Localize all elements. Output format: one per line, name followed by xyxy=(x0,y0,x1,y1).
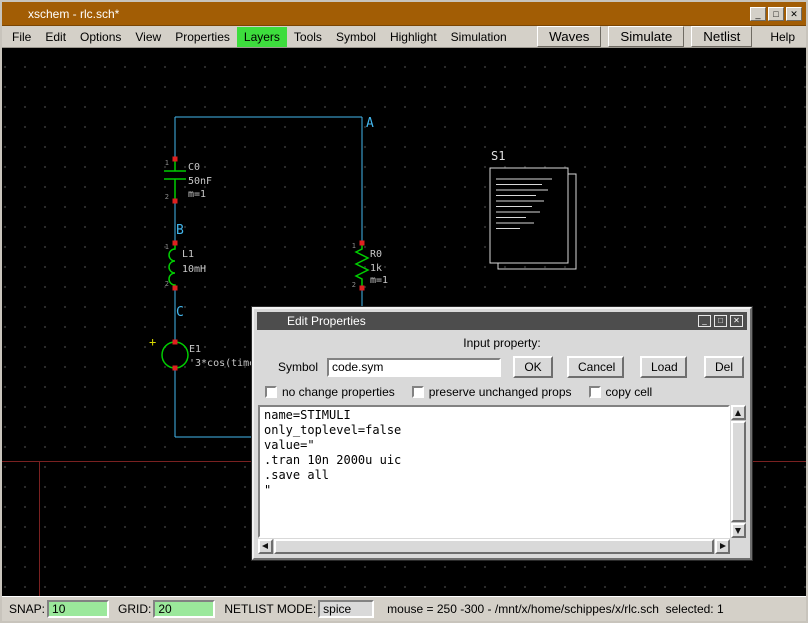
inductor-name: L1 xyxy=(182,249,194,260)
resistor-pin1: 1 xyxy=(352,242,356,250)
source-name: E1 xyxy=(189,344,201,355)
no-change-properties-checkbox[interactable] xyxy=(265,386,277,398)
dialog-close-icon[interactable]: ✕ xyxy=(730,315,743,327)
input-property-header: Input property: xyxy=(258,332,746,356)
scroll-right-icon[interactable] xyxy=(715,539,730,554)
capacitor-pin1: 1 xyxy=(165,159,169,167)
preserve-unchanged-props-checkbox[interactable] xyxy=(412,386,424,398)
netlist-mode-input[interactable] xyxy=(318,600,374,618)
net-label-c[interactable]: C xyxy=(176,305,184,320)
dialog-minimize-icon[interactable]: _ xyxy=(698,315,711,327)
scrollbar-corner xyxy=(730,539,746,554)
menubar: File Edit Options View Properties Layers… xyxy=(2,26,806,48)
capacitor-pin2: 2 xyxy=(165,193,169,201)
grid-input[interactable] xyxy=(153,600,215,618)
inductor-value: 10mH xyxy=(182,264,206,275)
inductor-pin2: 2 xyxy=(165,280,169,288)
no-change-properties-label: no change properties xyxy=(282,385,395,399)
edit-properties-dialog: Edit Properties _ □ ✕ Input property: Sy… xyxy=(252,307,752,560)
scroll-left-icon[interactable] xyxy=(258,539,273,554)
scroll-down-icon[interactable] xyxy=(731,523,746,538)
resistor-value: 1k xyxy=(370,263,382,274)
menu-options[interactable]: Options xyxy=(73,27,128,47)
preserve-unchanged-props-option: preserve unchanged props xyxy=(412,385,572,399)
menu-layers[interactable]: Layers xyxy=(237,27,287,47)
close-icon[interactable]: ✕ xyxy=(786,7,802,21)
capacitor-name: C0 xyxy=(188,162,200,173)
cancel-button[interactable]: Cancel xyxy=(567,356,624,378)
symbol-label: Symbol xyxy=(278,360,318,374)
inductor-l1[interactable]: L1 10mH 1 2 xyxy=(165,243,206,288)
hscroll-row xyxy=(258,539,746,554)
resistor-pin2: 2 xyxy=(352,281,356,289)
netlist-button[interactable]: Netlist xyxy=(691,26,752,47)
dialog-title: Edit Properties xyxy=(287,314,366,328)
resistor-name: R0 xyxy=(370,249,382,260)
netlist-mode-label: NETLIST MODE: xyxy=(224,602,316,616)
symbol-row: Symbol OK Cancel Load Del xyxy=(278,356,744,378)
simulate-button[interactable]: Simulate xyxy=(608,26,684,47)
maximize-icon[interactable]: □ xyxy=(768,7,784,21)
preserve-unchanged-props-label: preserve unchanged props xyxy=(429,385,572,399)
dialog-maximize-icon[interactable]: □ xyxy=(714,315,727,327)
horizontal-scroll-thumb[interactable] xyxy=(274,539,714,554)
copy-cell-option: copy cell xyxy=(589,385,653,399)
minimize-icon[interactable]: _ xyxy=(750,7,766,21)
symbol-input[interactable] xyxy=(327,358,501,377)
menu-view[interactable]: View xyxy=(128,27,168,47)
menu-file[interactable]: File xyxy=(5,27,38,47)
no-change-properties-option: no change properties xyxy=(265,385,395,399)
source-plus-sign: + xyxy=(149,335,156,349)
menu-simulation[interactable]: Simulation xyxy=(444,27,514,47)
code-symbol-label: S1 xyxy=(491,149,505,163)
code-symbol-s1[interactable]: S1 xyxy=(490,149,576,269)
resistor-m: m=1 xyxy=(370,275,388,286)
menubar-right: Waves Simulate Netlist Help xyxy=(537,26,803,47)
horizontal-scrollbar[interactable] xyxy=(258,539,730,554)
menu-highlight[interactable]: Highlight xyxy=(383,27,444,47)
checkbox-row: no change properties preserve unchanged … xyxy=(265,385,746,399)
window-title: xschem - rlc.sch* xyxy=(28,7,119,21)
copy-cell-label: copy cell xyxy=(606,385,653,399)
menu-edit[interactable]: Edit xyxy=(38,27,73,47)
waves-button[interactable]: Waves xyxy=(537,26,601,47)
window-titlebar: xschem - rlc.sch* _ □ ✕ xyxy=(2,2,806,26)
dialog-controls: _ □ ✕ xyxy=(698,315,743,327)
capacitor-value: 50nF xyxy=(188,176,212,187)
inductor-pin1: 1 xyxy=(165,243,169,251)
net-label-b[interactable]: B xyxy=(176,223,184,238)
vertical-scroll-thumb[interactable] xyxy=(731,421,746,522)
dialog-titlebar[interactable]: Edit Properties _ □ ✕ xyxy=(257,312,747,330)
dialog-body: Input property: Symbol OK Cancel Load De… xyxy=(257,330,747,555)
text-region: name=STIMULI only_toplevel=false value="… xyxy=(258,405,746,538)
grid-label: GRID: xyxy=(118,602,151,616)
vertical-scrollbar[interactable] xyxy=(731,405,746,538)
window-controls: _ □ ✕ xyxy=(750,7,802,21)
ok-button[interactable]: OK xyxy=(513,356,553,378)
schematic-canvas[interactable]: A B C C0 50nF m=1 1 2 L1 10mH 1 2 xyxy=(2,48,806,596)
menu-tools[interactable]: Tools xyxy=(287,27,329,47)
resistor-r0[interactable]: R0 1k m=1 1 2 xyxy=(352,242,388,289)
del-button[interactable]: Del xyxy=(704,356,744,378)
snap-label: SNAP: xyxy=(9,602,45,616)
scroll-up-icon[interactable] xyxy=(731,405,746,420)
statusbar: SNAP: GRID: NETLIST MODE: mouse = 250 -3… xyxy=(2,596,806,621)
capacitor-c0[interactable]: C0 50nF m=1 1 2 xyxy=(164,159,212,201)
properties-textarea[interactable]: name=STIMULI only_toplevel=false value="… xyxy=(258,405,730,538)
capacitor-m: m=1 xyxy=(188,189,206,200)
menu-properties[interactable]: Properties xyxy=(168,27,237,47)
menu-help[interactable]: Help xyxy=(762,27,803,47)
copy-cell-checkbox[interactable] xyxy=(589,386,601,398)
load-button[interactable]: Load xyxy=(640,356,687,378)
net-label-a[interactable]: A xyxy=(366,116,374,131)
snap-input[interactable] xyxy=(47,600,109,618)
xschem-window: xschem - rlc.sch* _ □ ✕ File Edit Option… xyxy=(0,0,808,623)
menu-symbol[interactable]: Symbol xyxy=(329,27,383,47)
mouse-status-text: mouse = 250 -300 - /mnt/x/home/schippes/… xyxy=(387,602,724,616)
